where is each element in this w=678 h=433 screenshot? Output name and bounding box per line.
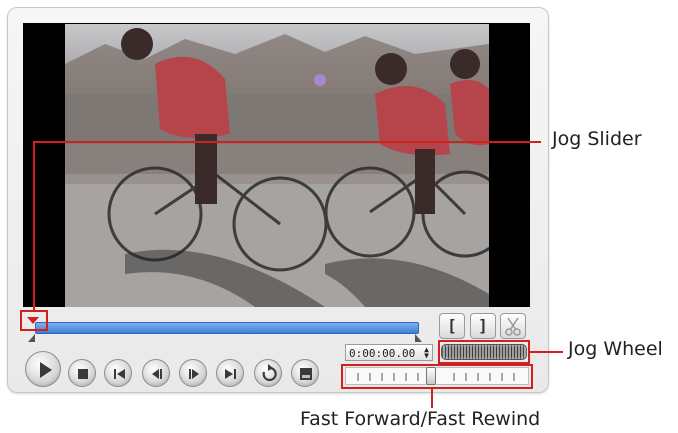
jog-slider-handle[interactable] <box>27 317 39 324</box>
end-button[interactable] <box>216 359 244 387</box>
home-icon <box>114 369 125 379</box>
previous-frame-button[interactable] <box>142 359 170 387</box>
jog-slider-callout-vertical <box>33 141 35 311</box>
repeat-button[interactable] <box>254 359 282 387</box>
cut-button[interactable] <box>500 313 526 339</box>
mark-in-button[interactable]: [ <box>439 313 465 339</box>
end-icon <box>225 369 236 379</box>
jog-slider-track[interactable] <box>35 322 419 334</box>
timecode-spinner-icon[interactable]: ▲ ▼ <box>424 346 429 360</box>
video-frame <box>65 24 489 307</box>
stop-icon <box>78 369 88 379</box>
scissors-icon <box>505 317 521 336</box>
play-icon <box>40 362 52 378</box>
next-frame-icon <box>189 369 199 379</box>
timecode-value: 0:00:00.00 <box>349 347 416 360</box>
jog-wheel[interactable] <box>441 344 527 360</box>
fast-forward-rewind-slider[interactable] <box>345 367 529 385</box>
jog-slider-label: Jog Slider <box>552 128 642 150</box>
display-mode-button[interactable] <box>291 359 319 387</box>
next-frame-button[interactable] <box>179 359 207 387</box>
stop-button[interactable] <box>68 359 96 387</box>
jog-wheel-label: Jog Wheel <box>568 338 663 360</box>
shuttle-knob[interactable] <box>426 367 436 385</box>
shuttle-ticks <box>357 373 515 381</box>
timecode-field[interactable]: 0:00:00.00 ▲ ▼ <box>345 344 433 361</box>
display-mode-icon <box>300 368 312 380</box>
mark-out-button[interactable]: ] <box>470 313 496 339</box>
previous-frame-icon <box>152 369 162 379</box>
fast-forward-callout-line <box>431 389 433 408</box>
fast-forward-rewind-label: Fast Forward/Fast Rewind <box>300 408 541 430</box>
play-button[interactable] <box>25 351 61 387</box>
mark-out-indicator <box>415 334 422 342</box>
mark-in-indicator <box>28 334 35 342</box>
repeat-icon <box>262 364 277 382</box>
jog-slider-callout-horizontal <box>33 141 541 143</box>
home-button[interactable] <box>104 359 132 387</box>
jog-wheel-callout-line <box>530 351 563 353</box>
